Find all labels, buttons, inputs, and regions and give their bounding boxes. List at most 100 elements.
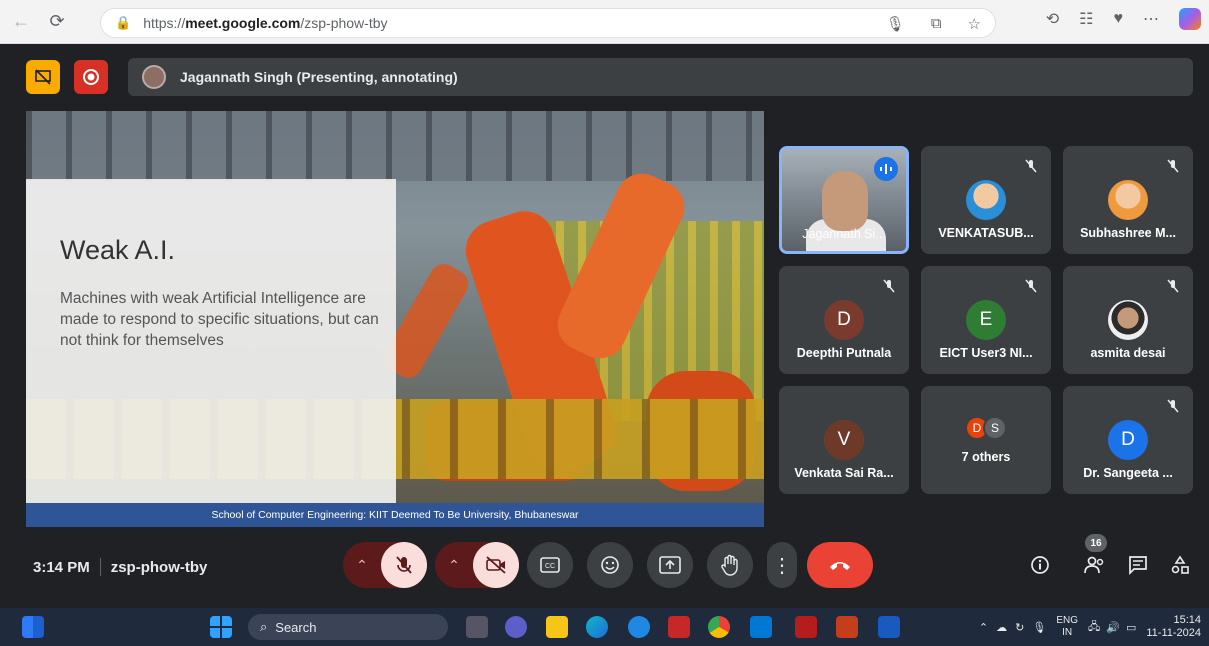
annotation-off-icon[interactable] [26,60,60,94]
clock[interactable]: 15:14 11-11-2024 [1146,614,1201,640]
participant-tile[interactable]: D Dr. Sangeeta ... [1063,386,1193,494]
participant-video [822,171,868,231]
teams-icon[interactable] [505,616,527,638]
captions-button[interactable]: CC [527,542,573,588]
participant-tile[interactable]: Jagannath Si... [779,146,909,254]
mcafee-icon[interactable] [668,616,690,638]
people-icon[interactable] [1082,552,1108,578]
slide-body: Machines with weak Artificial Intelligen… [60,290,379,349]
taskbar-search[interactable]: ⌕ Search [248,614,448,640]
chat-icon[interactable] [1125,552,1151,578]
favorites-icon[interactable]: ☷ [1079,9,1093,29]
activities-icon[interactable] [1167,552,1193,578]
meet-window: Jagannath Singh (Presenting, annotating)… [10,44,1209,604]
reactions-button[interactable] [587,542,633,588]
video-options-chevron-icon[interactable]: ⌃ [435,542,473,588]
sync-icon[interactable]: ↻ [1015,621,1024,634]
file-explorer-icon[interactable] [546,616,568,638]
region-code: IN [1062,627,1073,638]
shared-presentation: Weak A.I. Machines with weak Artificial … [26,111,764,527]
store-icon[interactable] [750,616,772,638]
address-bar[interactable]: 🔒 https://meet.google.com/zsp-phow-tby 🎙… [100,8,996,38]
present-screen-button[interactable] [647,542,693,588]
avatar: D [1108,420,1148,460]
acrobat-icon[interactable] [795,616,817,638]
windows-taskbar: ⌕ Search ⌃ ☁ ↻ 🎙 ENG IN 🖧 🔊 ▭ 15:14 11-1… [0,608,1209,646]
others-label: 7 others [961,450,1011,464]
mic-off-icon [1163,396,1183,416]
meeting-code: zsp-phow-tby [110,558,208,576]
avatar: E [966,300,1006,340]
clock-time: 15:14 [1173,614,1201,626]
onedrive-cloud-icon[interactable]: ☁ [996,621,1007,634]
participant-count-badge: 16 [1085,534,1107,552]
network-icon[interactable]: 🖧 [1088,618,1100,637]
task-view-icon[interactable] [466,616,488,638]
camera-off-button[interactable] [473,542,519,588]
language-code: ENG [1056,615,1078,626]
microphone-control: ⌃ [343,542,427,588]
edge-browser-icon[interactable] [586,616,608,638]
mic-off-icon [1021,156,1041,176]
participant-tile[interactable]: E EICT User3 NI... [921,266,1051,374]
participant-name: Subhashree M... [1080,226,1176,240]
participant-tile[interactable]: D Deepthi Putnala [779,266,909,374]
extensions-icon[interactable]: ⟲ [1046,9,1059,29]
mic-off-icon [1163,276,1183,296]
slide-text-panel: Weak A.I. Machines with weak Artificial … [26,179,396,503]
back-arrow-icon[interactable]: ← [6,7,36,37]
site-info-icon[interactable]: 🔒 [115,15,131,31]
raise-hand-button[interactable] [707,542,753,588]
search-label: Search [275,619,317,635]
leave-call-button[interactable] [807,542,873,588]
avatar: S [983,416,1007,440]
favorite-star-icon[interactable]: ☆ [968,15,981,33]
presenter-avatar [142,65,166,89]
language-indicator[interactable]: ENG IN [1056,615,1078,639]
refresh-icon[interactable]: ⟳ [42,7,72,37]
recording-icon[interactable] [74,60,108,94]
volume-icon[interactable]: 🔊 [1106,621,1120,634]
meeting-controls: 3:14 PM zsp-phow-tby ⌃ ⌃ CC ⋮ 16 [10,534,1209,594]
participant-name: Venkata Sai Ra... [794,466,894,480]
mic-off-icon [879,276,899,296]
participant-tile[interactable]: Subhashree M... [1063,146,1193,254]
widgets-icon[interactable] [22,616,44,638]
audio-options-chevron-icon[interactable]: ⌃ [343,542,381,588]
start-windows-icon[interactable] [210,616,232,638]
clock-date: 11-11-2024 [1146,627,1201,639]
url-path: /zsp-phow-tby [300,15,388,31]
participant-tile[interactable]: VENKATASUB... [921,146,1051,254]
participant-tile[interactable]: V Venkata Sai Ra... [779,386,909,494]
chrome-icon[interactable] [708,616,730,638]
microphone-tray-icon[interactable]: 🎙 [1032,621,1046,634]
url-scheme: https:// [143,15,186,31]
more-menu-icon[interactable]: ⋯ [1143,9,1159,29]
word-icon[interactable] [878,616,900,638]
participant-name: Dr. Sangeeta ... [1083,466,1173,480]
url-host: meet.google.com [185,15,301,31]
powerpoint-icon[interactable] [836,616,858,638]
meeting-details-info-icon[interactable] [1027,552,1053,578]
avatar [966,180,1006,220]
browser-essentials-icon[interactable]: ♥ [1114,10,1124,28]
mic-off-icon [1163,156,1183,176]
slide-footer: School of Computer Engineering: KIIT Dee… [26,503,764,527]
microphone-permission-icon[interactable]: 🎙 [886,15,905,33]
presenter-text: Jagannath Singh (Presenting, annotating) [180,69,458,85]
show-hidden-icons-chevron-icon[interactable]: ⌃ [979,621,988,634]
mic-off-button[interactable] [381,542,427,588]
avatar [1108,180,1148,220]
app-available-icon[interactable]: ⧉ [931,15,942,33]
participant-tile[interactable]: asmita desai [1063,266,1193,374]
battery-icon[interactable]: ▭ [1126,621,1136,634]
help-app-icon[interactable] [628,616,650,638]
search-icon: ⌕ [260,619,268,634]
meeting-time: 3:14 PM [33,558,90,576]
copilot-icon[interactable] [1179,8,1201,30]
participant-name: Deepthi Putnala [796,346,892,360]
more-options-button[interactable]: ⋮ [767,542,797,588]
others-tile[interactable]: D S 7 others [921,386,1051,494]
slide-title: Weak A.I. [60,235,176,265]
participant-name: Jagannath Si... [802,227,886,241]
